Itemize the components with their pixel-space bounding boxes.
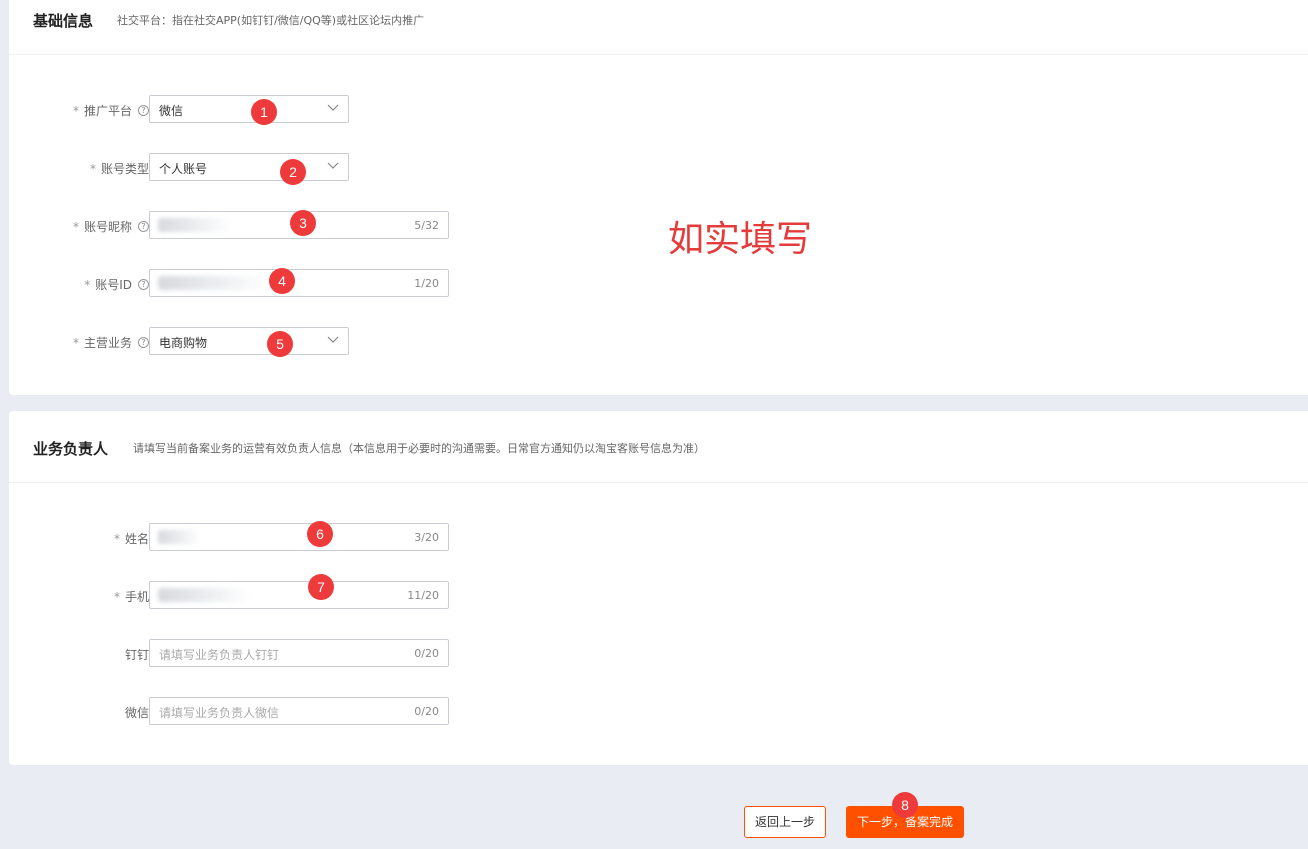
form-row-phone: * 手机 11/20 xyxy=(9,581,469,609)
phone-input[interactable]: 11/20 xyxy=(149,581,449,609)
phone-label-text: 手机 xyxy=(124,590,149,604)
help-icon[interactable]: ? xyxy=(138,279,149,290)
basic-info-title: 基础信息 xyxy=(33,12,94,30)
step-badge: 2 xyxy=(280,159,306,185)
account-id-counter: 1/20 xyxy=(414,277,439,290)
required-mark: * xyxy=(72,335,79,350)
platform-label: * 推广平台 ? xyxy=(73,102,149,119)
required-mark: * xyxy=(113,589,120,604)
redacted-value xyxy=(158,530,200,544)
account-type-label-text: 账号类型 xyxy=(100,162,149,176)
step-badge: 1 xyxy=(251,99,277,125)
help-icon[interactable]: ? xyxy=(138,221,149,232)
form-row-main-business: * 主营业务 ? 电商购物 xyxy=(9,327,469,355)
basic-info-header: 基础信息 社交平台：指在社交APP(如钉钉/微信/QQ等)或社区论坛内推广 xyxy=(9,0,1308,55)
required-mark: * xyxy=(84,277,91,292)
form-row-nickname: * 账号昵称 ? 5/32 xyxy=(9,211,469,239)
required-mark: * xyxy=(72,219,79,234)
account-id-input[interactable]: 1/20 xyxy=(149,269,449,297)
chevron-down-icon xyxy=(327,162,339,169)
redacted-value xyxy=(158,276,268,290)
name-counter: 3/20 xyxy=(414,531,439,544)
wechat-input[interactable]: 请填写业务负责人微信 0/20 xyxy=(149,697,449,725)
account-type-label: * 账号类型 xyxy=(90,160,149,177)
main-business-label: * 主营业务 ? xyxy=(73,334,149,351)
form-row-dingtalk: 钉钉 请填写业务负责人钉钉 0/20 xyxy=(9,639,469,667)
step-badge: 5 xyxy=(267,331,293,357)
wechat-label-text: 微信 xyxy=(124,706,149,720)
dingtalk-counter: 0/20 xyxy=(414,647,439,660)
nickname-counter: 5/32 xyxy=(414,219,439,232)
annotation-fill-truthfully: 如实填写 xyxy=(668,219,813,260)
step-badge: 3 xyxy=(290,210,316,236)
basic-info-description: 社交平台：指在社交APP(如钉钉/微信/QQ等)或社区论坛内推广 xyxy=(117,14,425,27)
main-business-select[interactable]: 电商购物 xyxy=(149,327,349,355)
form-row-platform: * 推广平台 ? 微信 xyxy=(9,95,469,123)
help-icon[interactable]: ? xyxy=(138,337,149,348)
name-label-text: 姓名 xyxy=(124,532,149,546)
chevron-down-icon xyxy=(327,336,339,343)
account-id-label-text: 账号ID xyxy=(95,278,132,292)
owner-info-card: 业务负责人 请填写当前备案业务的运营有效负责人信息（本信息用于必要时的沟通需要。… xyxy=(9,411,1308,765)
platform-label-text: 推广平台 xyxy=(83,104,132,118)
required-mark: * xyxy=(89,161,96,176)
owner-info-description: 请填写当前备案业务的运营有效负责人信息（本信息用于必要时的沟通需要。日常官方通知… xyxy=(133,442,705,455)
step-badge: 6 xyxy=(307,521,333,547)
form-row-wechat: 微信 请填写业务负责人微信 0/20 xyxy=(9,697,469,725)
account-type-select-value: 个人账号 xyxy=(159,162,208,176)
wechat-counter: 0/20 xyxy=(414,705,439,718)
phone-label: * 手机 xyxy=(114,588,149,605)
dingtalk-input[interactable]: 请填写业务负责人钉钉 0/20 xyxy=(149,639,449,667)
help-icon[interactable]: ? xyxy=(138,105,149,116)
main-business-select-value: 电商购物 xyxy=(159,336,208,350)
step-badge: 4 xyxy=(269,268,295,294)
name-label: * 姓名 xyxy=(114,530,149,547)
nickname-label: * 账号昵称 ? xyxy=(73,218,149,235)
owner-info-header: 业务负责人 请填写当前备案业务的运营有效负责人信息（本信息用于必要时的沟通需要。… xyxy=(9,411,1308,483)
previous-step-button[interactable]: 返回上一步 xyxy=(744,806,826,838)
nickname-label-text: 账号昵称 xyxy=(83,220,132,234)
required-mark: * xyxy=(72,103,79,118)
dingtalk-placeholder: 请填写业务负责人钉钉 xyxy=(159,648,280,662)
form-row-name: * 姓名 3/20 xyxy=(9,523,469,551)
step-badge: 8 xyxy=(892,792,918,818)
basic-info-card: 基础信息 社交平台：指在社交APP(如钉钉/微信/QQ等)或社区论坛内推广 * … xyxy=(9,0,1308,395)
account-id-label: * 账号ID ? xyxy=(84,276,149,293)
wechat-placeholder: 请填写业务负责人微信 xyxy=(159,706,280,720)
wechat-label: 微信 xyxy=(125,704,149,721)
name-input[interactable]: 3/20 xyxy=(149,523,449,551)
phone-counter: 11/20 xyxy=(407,589,439,602)
form-row-account-id: * 账号ID ? 1/20 xyxy=(9,269,469,297)
form-row-account-type: * 账号类型 个人账号 xyxy=(9,153,469,181)
owner-info-title: 业务负责人 xyxy=(33,440,109,458)
account-type-select[interactable]: 个人账号 xyxy=(149,153,349,181)
platform-select[interactable]: 微信 xyxy=(149,95,349,123)
chevron-down-icon xyxy=(327,104,339,111)
main-business-label-text: 主营业务 xyxy=(83,336,132,350)
dingtalk-label: 钉钉 xyxy=(125,646,149,663)
required-mark: * xyxy=(113,531,120,546)
redacted-value xyxy=(158,588,250,602)
platform-select-value: 微信 xyxy=(159,104,184,118)
step-badge: 7 xyxy=(308,574,334,600)
dingtalk-label-text: 钉钉 xyxy=(124,648,149,662)
redacted-value xyxy=(158,218,230,232)
